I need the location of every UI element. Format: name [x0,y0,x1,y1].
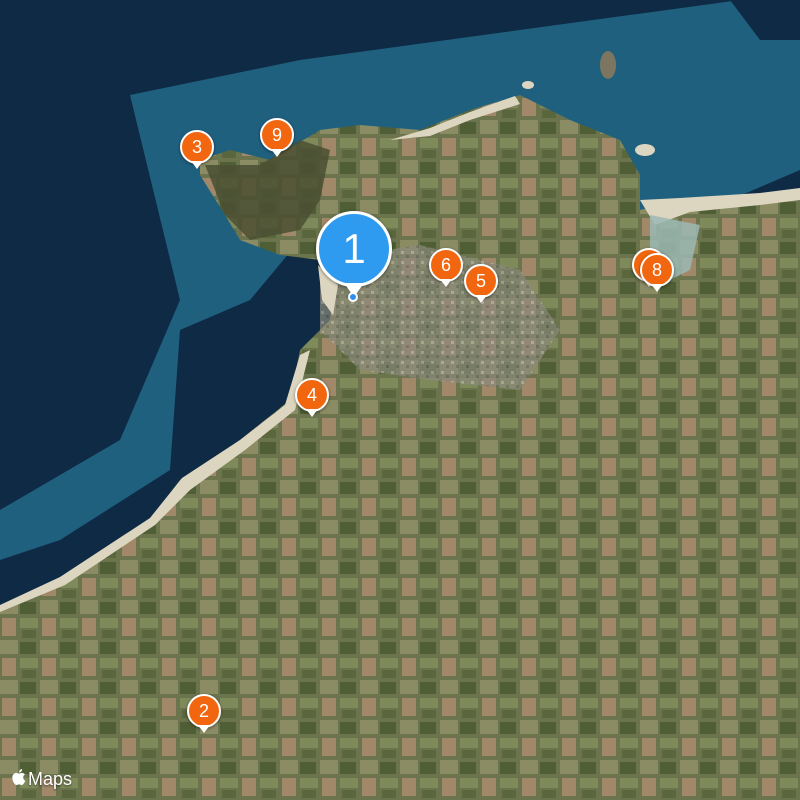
pin-number: 9 [271,124,282,145]
pin-badge: 5 [464,264,498,298]
map-pin-8[interactable]: 8 [640,253,674,295]
pin-pointer [306,409,318,417]
pin-number: 2 [198,700,209,721]
pin-badge: 8 [640,253,674,287]
satellite-imagery [0,0,800,800]
current-location-dot [348,292,358,302]
pin-number: 1 [342,225,366,272]
pin-badge: 3 [180,130,214,164]
pin-number: 5 [475,270,486,291]
map-pin-6[interactable]: 6 [429,248,463,290]
pin-badge: 2 [187,694,221,728]
maps-attribution[interactable]: Maps [12,769,72,790]
pin-pointer [191,161,203,169]
pin-pointer [198,725,210,733]
pin-badge: 4 [295,378,329,412]
pin-pointer [271,149,283,157]
pin-number: 4 [306,384,317,405]
pin-pointer [475,295,487,303]
map-pin-3[interactable]: 3 [180,130,214,172]
map-pin-5[interactable]: 5 [464,264,498,306]
map-pin-2[interactable]: 2 [187,694,221,736]
pin-number: 3 [191,136,202,157]
maps-attribution-text: Maps [28,769,73,789]
pin-badge: 9 [260,118,294,152]
map-pin-9[interactable]: 9 [260,118,294,160]
pin-pointer [440,279,452,287]
map-pin-1[interactable]: 1 [316,211,392,305]
pin-number: 8 [651,259,662,280]
pin-badge: 1 [316,211,392,287]
pin-number: 6 [440,254,451,275]
map-view[interactable]: 1 2 3 4 5 6 7 8 9 Maps [0,0,800,800]
pin-pointer [651,284,663,292]
map-pin-4[interactable]: 4 [295,378,329,420]
apple-logo-icon [12,769,26,790]
pin-badge: 6 [429,248,463,282]
